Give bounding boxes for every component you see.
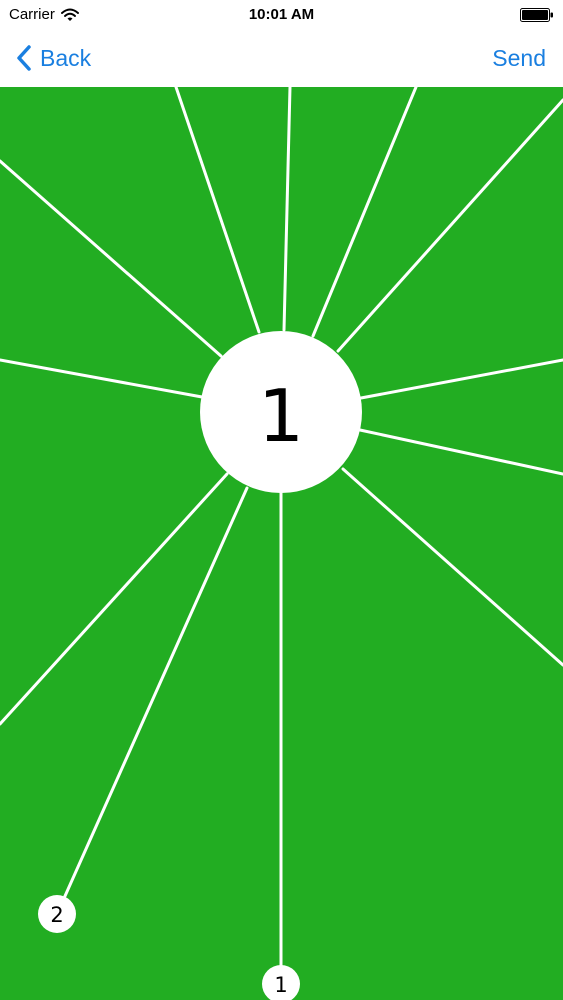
center-node-label: 1 bbox=[258, 374, 304, 458]
marker-node-1-label: 1 bbox=[274, 973, 287, 997]
chevron-left-icon bbox=[17, 45, 31, 71]
send-button[interactable]: Send bbox=[492, 40, 546, 76]
canvas-svg[interactable]: 1 2 1 bbox=[0, 87, 563, 1000]
back-button-label: Back bbox=[40, 44, 92, 71]
status-bar: Carrier 10:01 AM bbox=[0, 0, 563, 30]
battery-icon bbox=[520, 8, 553, 22]
drawing-canvas[interactable]: 1 2 1 bbox=[0, 87, 563, 1000]
screen: Carrier 10:01 AM Back Send 1 2 1 bbox=[0, 0, 563, 1000]
marker-node-2-label: 2 bbox=[50, 903, 63, 927]
back-button[interactable]: Back bbox=[14, 40, 91, 76]
clock: 10:01 AM bbox=[248, 6, 315, 23]
marker-node-2[interactable]: 2 bbox=[38, 895, 76, 933]
send-button-label: Send bbox=[492, 44, 546, 71]
center-node[interactable]: 1 bbox=[200, 331, 362, 493]
navigation-bar: Back Send bbox=[0, 30, 563, 87]
